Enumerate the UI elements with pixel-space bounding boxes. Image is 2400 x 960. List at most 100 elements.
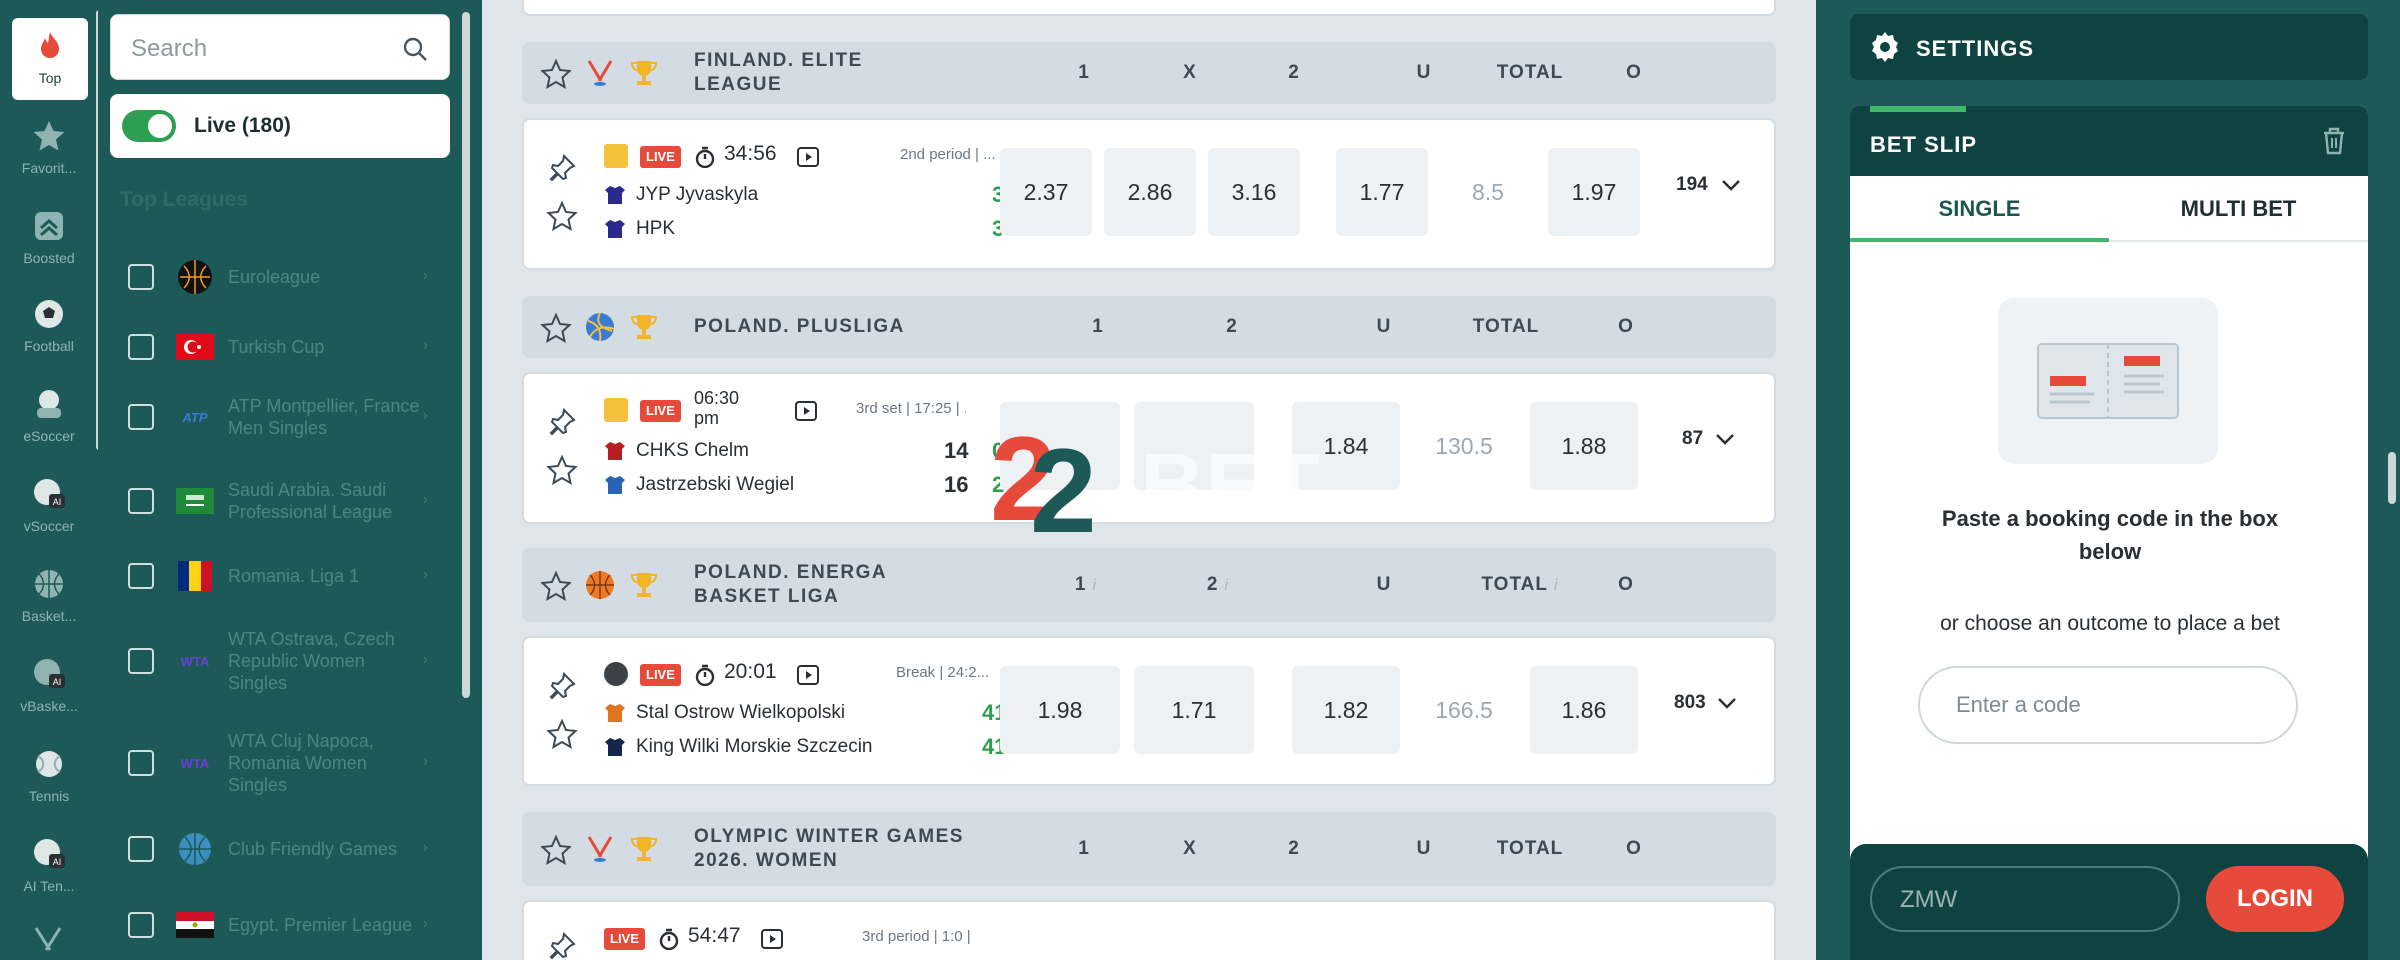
more-markets-count[interactable]: 87 — [1682, 428, 1703, 450]
settings-button[interactable]: SETTINGS — [1850, 14, 2368, 80]
live-toggle[interactable] — [122, 110, 176, 142]
live-filter[interactable]: Live (180) — [110, 94, 450, 158]
stats-icon[interactable] — [604, 398, 628, 422]
pin-icon[interactable] — [546, 406, 578, 438]
info-icon[interactable]: i — [1093, 577, 1098, 594]
sport-favorites[interactable]: Favorit... — [0, 108, 98, 190]
odd-button[interactable]: 3.16 — [1208, 148, 1300, 236]
sport-vsoccer[interactable]: AI vSoccer — [0, 466, 98, 548]
video-play-icon[interactable] — [794, 400, 818, 422]
league-checkbox[interactable] — [128, 334, 154, 360]
league-item[interactable]: Egypt. Premier League › — [98, 890, 438, 960]
league-checkbox[interactable] — [128, 404, 154, 430]
jersey-icon — [605, 442, 625, 460]
more-markets-count[interactable]: 803 — [1674, 692, 1706, 714]
league-item[interactable]: Club Friendly Games › — [98, 814, 438, 884]
ticket-icon — [2037, 343, 2179, 419]
match-card[interactable]: LIVE 54:47 3rd period | 1:0 | ... — [522, 900, 1776, 960]
odd-button[interactable]: 2.37 — [1000, 148, 1092, 236]
chevron-down-icon[interactable] — [1716, 694, 1738, 712]
odd-button[interactable]: 1.97 — [1548, 148, 1640, 236]
league-item[interactable]: WTA WTA Ostrava, Czech Republic Women Si… — [98, 626, 438, 696]
odd-button[interactable]: 2.86 — [1104, 148, 1196, 236]
odd-button[interactable]: 1.86 — [1530, 666, 1638, 754]
league-item[interactable]: Euroleague › — [98, 242, 438, 312]
odd-button[interactable]: 1.98 — [1000, 666, 1120, 754]
search-input[interactable]: Search — [110, 14, 450, 80]
odd-button[interactable]: 1.82 — [1292, 666, 1400, 754]
trash-icon[interactable] — [2320, 126, 2348, 156]
jersey-icon — [605, 738, 625, 756]
league-checkbox[interactable] — [128, 264, 154, 290]
column-header: 2 — [1288, 838, 1300, 859]
column-header: 1 — [1078, 62, 1090, 83]
star-icon[interactable] — [540, 834, 572, 866]
sport-basketball[interactable]: Basket... — [0, 556, 98, 638]
sport-ai-tennis[interactable]: AI AI Ten... — [0, 826, 98, 908]
star-icon[interactable] — [540, 58, 572, 90]
trophy-icon — [630, 315, 658, 339]
chevron-down-icon[interactable] — [1720, 176, 1742, 194]
league-checkbox[interactable] — [128, 836, 154, 862]
league-item[interactable]: Saudi Arabia. Saudi Professional League … — [98, 466, 438, 536]
sport-football[interactable]: Football — [0, 286, 98, 368]
login-button[interactable]: LOGIN — [2206, 866, 2344, 932]
league-checkbox[interactable] — [128, 750, 154, 776]
more-markets-count[interactable]: 194 — [1676, 174, 1708, 196]
romania-flag-icon — [178, 561, 212, 591]
star-icon[interactable] — [546, 718, 578, 750]
pin-icon[interactable] — [546, 930, 578, 960]
league-checkbox[interactable] — [128, 563, 154, 589]
odd-button[interactable]: 1.88 — [1530, 402, 1638, 490]
tab-multi-bet[interactable]: MULTI BET — [2109, 176, 2368, 242]
pin-icon[interactable] — [546, 152, 578, 184]
stats-icon[interactable] — [604, 144, 628, 168]
odd-button[interactable]: 1.71 — [1134, 666, 1254, 754]
currency-placeholder: ZMW — [1900, 886, 1958, 913]
sport-esoccer[interactable]: eSoccer — [0, 376, 98, 458]
info-icon[interactable]: i — [1554, 577, 1559, 594]
sport-label: Top — [38, 70, 62, 86]
stake-input[interactable]: ZMW — [1870, 866, 2180, 932]
previous-match-card[interactable] — [522, 0, 1776, 16]
right-panel-scrollbar[interactable] — [2388, 452, 2396, 504]
star-icon[interactable] — [540, 570, 572, 602]
trophy-icon — [630, 61, 658, 85]
booking-code-input[interactable]: Enter a code — [1918, 666, 2298, 744]
tab-single[interactable]: SINGLE — [1850, 176, 2109, 242]
pin-icon[interactable] — [546, 670, 578, 702]
league-checkbox[interactable] — [128, 648, 154, 674]
sport-vbasketball[interactable]: AI vBaske... — [0, 646, 98, 728]
star-icon[interactable] — [546, 454, 578, 486]
chevron-down-icon[interactable] — [1714, 430, 1736, 448]
sport-top[interactable]: Top — [12, 18, 88, 100]
video-play-icon[interactable] — [760, 928, 784, 950]
star-icon[interactable] — [546, 200, 578, 232]
league-item[interactable]: WTA WTA Cluj Napoca, Romania Women Singl… — [98, 728, 438, 798]
column-header: 1 — [1078, 838, 1090, 859]
video-play-icon[interactable] — [796, 146, 820, 168]
search-icon[interactable] — [401, 35, 429, 63]
league-header[interactable]: POLAND. PLUSLIGA 1 2 U TOTAL O — [522, 296, 1776, 358]
league-item[interactable]: Romania. Liga 1 › — [98, 541, 438, 611]
league-checkbox[interactable] — [128, 488, 154, 514]
video-play-icon[interactable] — [796, 664, 820, 686]
bet-slip: BET SLIP SINGLE MULTI BET Paste a bookin… — [1850, 106, 2368, 960]
sport-label: Football — [24, 338, 74, 354]
odd-button[interactable]: 1.77 — [1336, 148, 1428, 236]
sport-tennis[interactable]: Tennis — [0, 736, 98, 818]
league-item[interactable]: ATP ATP Montpellier, France Men Singles … — [98, 382, 438, 452]
vbasketball-icon: AI — [34, 659, 65, 688]
league-header[interactable]: OLYMPIC WINTER GAMES 2026. WOMEN 1 X 2 U… — [522, 812, 1776, 886]
league-checkbox[interactable] — [128, 912, 154, 938]
match-card[interactable]: LIVE 34:56 2nd period | ... JYP Jyvaskyl… — [522, 118, 1776, 270]
league-header[interactable]: FINLAND. ELITE LEAGUE 1 X 2 U TOTAL O — [522, 42, 1776, 104]
league-header[interactable]: POLAND. ENERGA BASKET LIGA 1i 2i U TOTAL… — [522, 548, 1776, 622]
league-item[interactable]: Turkish Cup › — [98, 312, 438, 382]
sport-boosted[interactable]: Boosted — [0, 198, 98, 280]
left-panel-scrollbar[interactable] — [462, 12, 470, 698]
match-card[interactable]: LIVE 20:01 Break | 24:2... Stal Ostrow W… — [522, 636, 1776, 786]
star-icon[interactable] — [540, 312, 572, 344]
league-name: WTA Cluj Napoca, Romania Women Singles — [228, 731, 374, 795]
info-icon[interactable]: i — [1225, 577, 1230, 594]
